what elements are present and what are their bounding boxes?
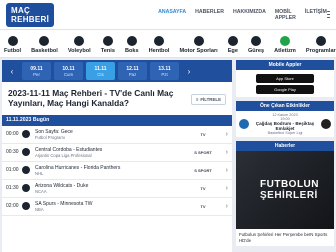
basketball-icon — [22, 202, 30, 211]
chevron-right-icon: › — [225, 148, 228, 156]
date-tab[interactable]: 10.11 Cum — [54, 62, 83, 80]
sport-boks[interactable]: Boks — [125, 36, 139, 54]
date-selector: ‹ 09.11 Per 10.11 Cum 11.11 Cts 12.11 Paz 13… — [2, 60, 232, 82]
channel-logo: TV — [200, 185, 206, 191]
chevron-right-icon: › — [225, 166, 228, 174]
ege-icon — [227, 36, 238, 46]
table-row[interactable]: 00:30 Central Cordoba - Estudiantes Arjan… — [2, 144, 232, 162]
filter-icon: ≡ — [195, 97, 199, 102]
featured-match[interactable]: 12 Kasım 2023 19:00 Çağdaş Bodrum - Beşi… — [236, 111, 334, 137]
sport-gures[interactable]: Güreş — [248, 36, 264, 54]
soccer-ball-icon — [7, 36, 18, 46]
page: MAÇ REHBERİ ANASAYFA HABERLER HAKKIMIZDA… — [0, 0, 336, 252]
nav-haberler[interactable]: HABERLER — [195, 9, 224, 21]
main-nav: ANASAYFA HABERLER HAKKIMIZDA MOBİL APPLE… — [158, 9, 327, 21]
sport-hentbol[interactable]: Hentbol — [149, 36, 169, 54]
news-box: Haberler FUTBOLUN ŞEHİRLERİ Futbolun Şeh… — [236, 141, 334, 247]
apps-box: Mobile Appler App Store Google Play — [236, 60, 334, 97]
sport-ege[interactable]: Ege — [228, 36, 238, 54]
headline-area: 2023-11-11 Maç Rehberi - TV'de Canlı Maç… — [2, 82, 232, 109]
filter-button[interactable]: ≡ FİLTRELE — [190, 94, 226, 105]
table-row[interactable]: 01:00 Carolina Hurricanes - Florida Pant… — [2, 162, 232, 180]
sport-atletizm[interactable]: Atletizm — [274, 36, 296, 54]
tv-icon — [315, 36, 326, 46]
table-row[interactable]: 02:00 SA Spurs - Minnesota TW NBA TV › — [2, 198, 232, 216]
next-date-icon[interactable]: › — [183, 67, 195, 76]
soccer-ball-icon — [22, 148, 30, 157]
date-tab[interactable]: 09.11 Per — [22, 62, 51, 80]
channel-logo: TV — [200, 203, 206, 209]
channel-logo: S SPORT — [194, 167, 212, 173]
nav-mobil-appler[interactable]: MOBİL APPLER — [275, 9, 296, 21]
sport-futbol[interactable]: Futbol — [4, 36, 21, 54]
chevron-right-icon: › — [225, 130, 228, 138]
app-store-button[interactable]: App Store — [256, 73, 314, 83]
helmet-icon — [193, 36, 204, 46]
volleyball-icon — [74, 36, 85, 46]
soccer-ball-icon — [22, 130, 30, 139]
chevron-right-icon: › — [225, 202, 228, 210]
sports-bar: Futbol Basketbol Voleybol Tenis Boks Hen… — [0, 30, 336, 58]
news-caption[interactable]: Futbolun Şehirleri Her Perşembe beIN Spo… — [236, 229, 334, 247]
table-row[interactable]: 00:00 Son Sayfa: Gece Futbol Programı TV … — [2, 126, 232, 144]
handball-icon — [154, 36, 165, 46]
site-logo[interactable]: MAÇ REHBERİ — [6, 2, 55, 27]
hamburger-menu-icon[interactable] — [326, 10, 330, 19]
sport-motor[interactable]: Motor Sporları — [179, 36, 218, 54]
table-row[interactable]: 01:30 Arizona Wildcats - Duke NCAA TV › — [2, 180, 232, 198]
nav-anasayfa[interactable]: ANASAYFA — [158, 9, 186, 21]
featured-box: Öne Çıkan Etkinlikler 12 Kasım 2023 19:0… — [236, 101, 334, 137]
chevron-right-icon: › — [225, 184, 228, 192]
nav-hakkimizda[interactable]: HAKKIMIZDA — [233, 9, 266, 21]
prev-date-icon[interactable]: ‹ — [6, 67, 18, 76]
date-tab[interactable]: 12.11 Paz — [118, 62, 147, 80]
day-header: 11.11.2023 Bugün — [2, 114, 232, 126]
channel-logo: S SPORT — [194, 149, 212, 155]
hockey-icon — [22, 166, 30, 175]
nav-iletisim[interactable]: İLETİŞİM — [305, 9, 327, 21]
sport-programlar[interactable]: Programlar — [306, 36, 336, 54]
basketball-icon — [39, 36, 50, 46]
google-play-button[interactable]: Google Play — [256, 84, 314, 94]
sport-tenis[interactable]: Tenis — [101, 36, 115, 54]
tennis-ball-icon — [102, 36, 113, 46]
wrestling-icon — [251, 36, 262, 46]
top-header: MAÇ REHBERİ ANASAYFA HABERLER HAKKIMIZDA… — [0, 0, 336, 30]
news-image[interactable]: FUTBOLUN ŞEHİRLERİ — [236, 151, 334, 229]
basketball-icon — [22, 184, 30, 193]
sport-basketbol[interactable]: Basketbol — [31, 36, 58, 54]
sport-voleybol[interactable]: Voleybol — [68, 36, 91, 54]
date-tab-active[interactable]: 11.11 Cts — [86, 62, 115, 80]
channel-logo: TV — [200, 131, 206, 137]
schedule-panel: ‹ 09.11 Per 10.11 Cum 11.11 Cts 12.11 Paz 13… — [2, 60, 232, 252]
team-logo-icon — [321, 119, 331, 129]
sidebar: Mobile Appler App Store Google Play Öne … — [236, 60, 334, 250]
date-tab[interactable]: 13.11 Pzt — [150, 62, 179, 80]
page-title: 2023-11-11 Maç Rehberi - TV'de Canlı Maç… — [8, 88, 174, 109]
boxing-glove-icon — [126, 36, 137, 46]
running-icon — [280, 36, 290, 46]
team-logo-icon — [239, 119, 249, 129]
